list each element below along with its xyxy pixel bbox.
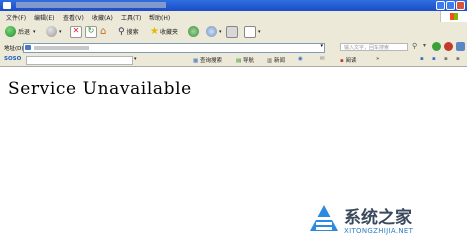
page-edit-icon <box>244 25 256 38</box>
link-nav[interactable]: ▤ 导航 <box>236 56 254 64</box>
watermark-brand: 系统之家 <box>344 208 412 228</box>
news-icon: ▥ <box>267 58 273 64</box>
edit-dropdown-icon[interactable]: ▾ <box>258 29 261 35</box>
link-read-label: 阅读 <box>345 58 357 64</box>
search-tool-icon: ▦ <box>193 58 199 64</box>
print-button[interactable] <box>226 25 238 38</box>
mail-button[interactable]: ▾ <box>206 25 222 38</box>
star-icon: ★ <box>150 26 159 37</box>
minimize-button[interactable] <box>436 1 445 10</box>
forward-button[interactable]: ▾ <box>46 25 62 38</box>
stop-icon: ✕ <box>70 25 82 38</box>
page-icon <box>25 45 31 50</box>
toolbar: 后退 ▾ ▾ ✕ ↻ ⌂ ⚲ 搜索 ★ 收藏夹 ▾ ▾ <box>0 22 467 42</box>
soso-search-input[interactable] <box>26 56 133 65</box>
links-icon[interactable] <box>456 42 465 51</box>
forward-dropdown-icon[interactable]: ▾ <box>59 29 62 35</box>
toolbar-option-icon-3[interactable]: ▪ <box>444 56 448 62</box>
link-search-label: 查询搜索 <box>199 58 222 64</box>
error-message: Service Unavailable <box>8 79 192 99</box>
history-button[interactable] <box>188 25 199 38</box>
mail-small-icon: ✉ <box>320 56 325 62</box>
back-arrow-icon <box>5 26 16 37</box>
link-read[interactable]: ▪ 阅读 <box>340 56 357 64</box>
home-button[interactable]: ⌂ <box>100 25 106 38</box>
address-input[interactable]: ▾ <box>23 43 325 53</box>
menu-file[interactable]: 文件(F) <box>6 13 26 22</box>
watermark-url: XITONGZHIJIA.NET <box>344 227 414 235</box>
toolbar-search-input[interactable]: 输入文字，回车搜索 <box>340 43 408 51</box>
mail-icon <box>206 26 217 37</box>
link-search[interactable]: ▦ 查询搜索 <box>193 56 222 64</box>
more-chevron-icon[interactable]: » <box>376 56 379 62</box>
back-dropdown-icon[interactable]: ▾ <box>33 29 36 35</box>
close-button[interactable] <box>456 1 465 10</box>
back-button[interactable]: 后退 ▾ <box>5 25 36 38</box>
menu-tools[interactable]: 工具(T) <box>121 13 141 22</box>
globe-icon: ◉ <box>298 56 303 62</box>
window-title-redacted <box>16 2 166 8</box>
soso-toolbar: SOSO ▾ ▦ 查询搜索 ▤ 导航 ▥ 新闻 ◉ ✉ ▪ 阅读 » ▪ ▪ ▪… <box>0 54 467 67</box>
maximize-button[interactable] <box>446 1 455 10</box>
soso-logo[interactable]: SOSO <box>4 56 21 62</box>
windows-flag-icon <box>450 13 458 20</box>
menu-help[interactable]: 帮助(H) <box>149 13 170 22</box>
menu-edit[interactable]: 编辑(E) <box>34 13 54 22</box>
link-nav-label: 导航 <box>242 58 254 64</box>
menu-view[interactable]: 查看(V) <box>63 13 84 22</box>
stop-button[interactable]: ✕ <box>70 25 82 38</box>
toolbar-option-icon-2[interactable]: ▪ <box>432 56 436 62</box>
read-icon: ▪ <box>340 58 344 64</box>
search-button[interactable]: ⚲ 搜索 <box>118 25 139 38</box>
refresh-icon: ↻ <box>85 25 97 38</box>
search-go-icon[interactable]: ⚲ <box>412 42 417 50</box>
watermark: 系统之家 XITONGZHIJIA.NET <box>306 197 466 249</box>
windows-logo-area <box>440 11 467 22</box>
favorites-label: 收藏夹 <box>159 29 178 36</box>
link-news-label: 新闻 <box>273 58 285 64</box>
home-icon: ⌂ <box>100 26 107 37</box>
title-bar <box>0 0 467 11</box>
link-extra-1[interactable]: ◉ <box>298 56 303 62</box>
refresh-button[interactable]: ↻ <box>85 25 97 38</box>
search-icon: ⚲ <box>118 26 125 37</box>
address-url-redacted <box>34 46 89 50</box>
history-icon <box>188 26 199 37</box>
ie-app-icon <box>3 2 11 9</box>
printer-icon <box>226 25 238 38</box>
search-dropdown-icon[interactable]: ▾ <box>423 42 426 49</box>
address-bar: 地址(D) ▾ 输入文字，回车搜索 ⚲ ▾ <box>0 41 467 55</box>
forward-arrow-icon <box>46 26 57 37</box>
edit-button[interactable]: ▾ <box>244 25 261 38</box>
address-dropdown-icon[interactable]: ▾ <box>320 43 323 49</box>
toolbar-option-icon-1[interactable]: ▪ <box>420 56 424 62</box>
toolbar-option-icon-4[interactable]: ▪ <box>456 56 460 62</box>
search-label: 搜索 <box>126 29 139 36</box>
menu-favorites[interactable]: 收藏(A) <box>92 13 113 22</box>
favorites-button[interactable]: ★ 收藏夹 <box>150 25 178 38</box>
mail-dropdown-icon[interactable]: ▾ <box>219 29 222 35</box>
back-label: 后退 <box>18 29 31 36</box>
address-label: 地址(D) <box>4 46 24 52</box>
nav-icon: ▤ <box>236 58 242 64</box>
soso-search-dropdown-icon[interactable]: ▾ <box>134 56 137 62</box>
go-button[interactable] <box>432 42 441 51</box>
watermark-logo-icon <box>310 205 338 231</box>
link-news[interactable]: ▥ 新闻 <box>267 56 285 64</box>
link-extra-2[interactable]: ✉ <box>320 56 325 62</box>
stop-red-icon[interactable] <box>444 42 453 51</box>
